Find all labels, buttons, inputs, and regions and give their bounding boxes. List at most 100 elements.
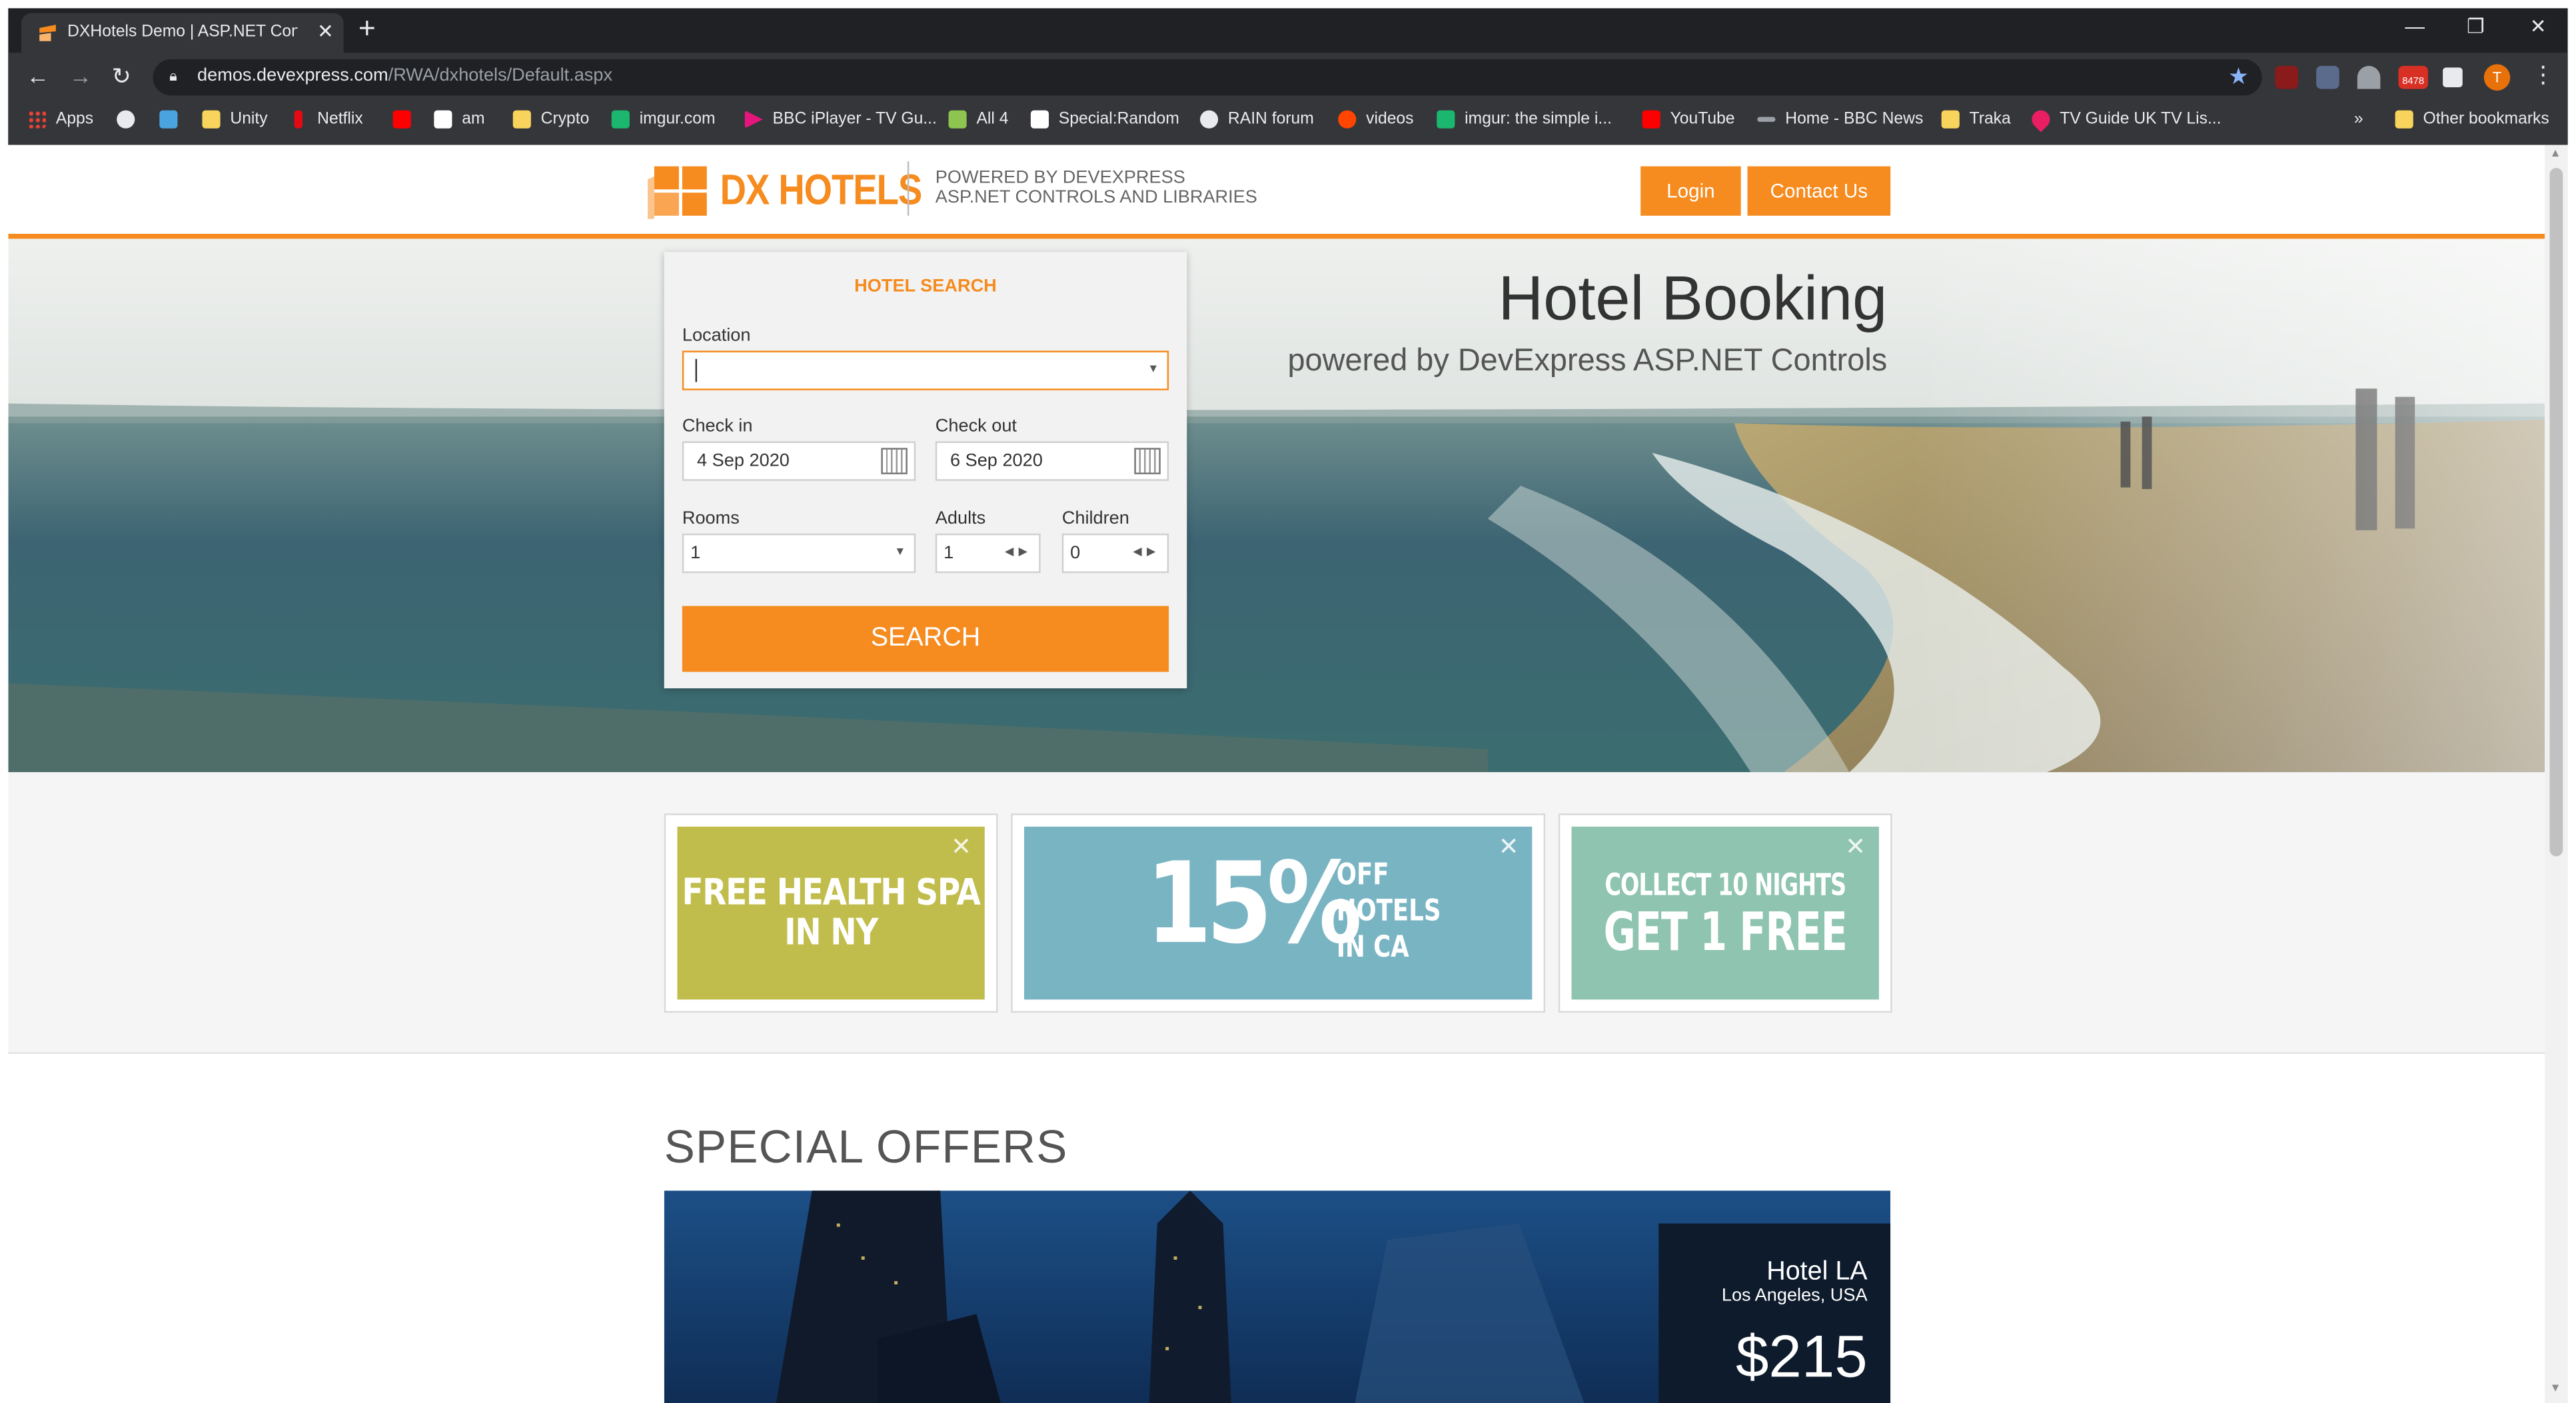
bookmark-grid[interactable]	[159, 110, 187, 129]
search-button[interactable]: SEARCH	[682, 606, 1169, 672]
bookmark-bbc-news[interactable]: Home - BBC News	[1757, 111, 1923, 129]
calendar-icon[interactable]	[1134, 448, 1161, 474]
bookmark-youtube[interactable]: YouTube	[1642, 110, 1735, 129]
bookmark-traka[interactable]: Traka	[1941, 110, 2011, 129]
rooms-combobox[interactable]: 1 ▼	[682, 533, 916, 574]
restore-icon[interactable]: ❐	[2451, 15, 2500, 38]
close-icon[interactable]: ✕	[1845, 831, 1866, 861]
bookmark-imgur[interactable]: imgur.com	[611, 110, 715, 129]
offer-location: Los Angeles, USA	[1721, 1286, 1868, 1306]
site-header: DX HOTELS POWERED BY DEVEXPRESS ASP.NET …	[8, 145, 2545, 239]
forward-icon[interactable]: →	[69, 63, 93, 89]
menu-kebab-icon[interactable]: ⋮	[2531, 61, 2555, 89]
calendar-icon[interactable]	[881, 448, 908, 474]
extensions-puzzle-icon[interactable]	[2443, 67, 2463, 88]
bookmark-label: Traka	[1969, 110, 2011, 129]
bookmarks-overflow[interactable]: »	[2354, 111, 2363, 129]
back-icon[interactable]: ←	[26, 63, 49, 89]
folder-icon	[1941, 110, 1960, 129]
bookmark-amazon[interactable]: am	[434, 110, 485, 129]
bookmark-bbc-iplayer[interactable]: BBC iPlayer - TV Gu...	[744, 110, 937, 129]
rooms-label: Rooms	[682, 508, 740, 529]
grid-app-icon	[159, 110, 178, 129]
logo-text[interactable]: DX HOTELS	[720, 165, 923, 216]
login-button[interactable]: Login	[1640, 166, 1741, 216]
address-bar[interactable]: 🔒︎ demos.devexpress.com/RWA/dxhotels/Def…	[153, 59, 2262, 96]
checkin-date-input[interactable]: 4 Sep 2020	[682, 441, 916, 481]
promo-banner-spa[interactable]: ✕ FREE HEALTH SPA IN NY	[677, 826, 985, 1000]
checkout-date-input[interactable]: 6 Sep 2020	[935, 441, 1169, 481]
special-offers-heading: SPECIAL OFFERS	[664, 1121, 1068, 1172]
bookmark-globe[interactable]	[117, 110, 145, 129]
page-scrollbar[interactable]: ▲ ▼	[2545, 145, 2568, 1403]
url-text: demos.devexpress.com/RWA/dxhotels/Defaul…	[197, 66, 612, 86]
browser-window: DXHotels Demo | ASP.NET Contro ✕ + — ❐ ✕…	[0, 0, 2576, 1403]
rooms-value: 1	[690, 543, 701, 564]
bookmark-wikipedia[interactable]: Special:Random	[1030, 110, 1179, 129]
browser-toolbar: ← → ↻ 🔒︎ demos.devexpress.com/RWA/dxhote…	[8, 53, 2568, 103]
scroll-up-icon[interactable]: ▲	[2549, 148, 2561, 159]
bookmark-videos[interactable]: videos	[1338, 110, 1414, 129]
bookmark-label: TV Guide UK TV Lis...	[2060, 110, 2222, 129]
adults-spin-editor[interactable]: 1 ◀▶	[935, 533, 1041, 574]
bookmark-star-icon[interactable]: ★	[2228, 63, 2249, 91]
bookmark-label: YouTube	[1670, 110, 1735, 129]
promo-nights-line1: COLLECT 10 NIGHTS	[1605, 866, 1846, 903]
browser-tab[interactable]: DXHotels Demo | ASP.NET Contro ✕	[21, 13, 344, 53]
lock-icon: 🔒︎	[169, 67, 177, 85]
extension-arch-icon[interactable]	[2357, 65, 2381, 89]
close-icon[interactable]: ✕	[1499, 831, 1519, 861]
bookmark-label: Unity	[230, 110, 268, 129]
promo-banner-nights[interactable]: ✕ COLLECT 10 NIGHTS GET 1 FREE	[1571, 826, 1879, 1000]
gmail-checker-icon[interactable]: 8478	[2398, 65, 2428, 89]
minimize-icon[interactable]: —	[2390, 15, 2439, 38]
profile-avatar[interactable]: T	[2483, 64, 2511, 91]
other-bookmarks[interactable]: Other bookmarks	[2395, 110, 2549, 129]
bookmark-label: Other bookmarks	[2423, 110, 2549, 129]
window-close-icon[interactable]: ✕	[2513, 15, 2563, 38]
promo-card-nights[interactable]: ✕ COLLECT 10 NIGHTS GET 1 FREE	[1558, 813, 1892, 1013]
children-spin-editor[interactable]: 0 ◀▶	[1061, 533, 1169, 574]
bookmark-label: Crypto	[540, 110, 590, 129]
iplayer-icon	[744, 110, 763, 129]
promo-spa-line2: IN NY	[784, 912, 878, 954]
reload-icon[interactable]: ↻	[112, 63, 131, 91]
beach-background-image	[8, 238, 2545, 773]
spin-arrows-icon[interactable]: ◀▶	[1005, 535, 1032, 571]
bookmark-netflix[interactable]: Netflix	[294, 110, 363, 129]
bookmark-imgur-2[interactable]: imgur: the simple i...	[1437, 110, 1612, 129]
bookmark-youtube-1[interactable]	[392, 110, 421, 129]
location-combobox[interactable]: ▼	[682, 350, 1169, 390]
close-icon[interactable]: ✕	[951, 831, 971, 861]
heart-icon	[2028, 106, 2054, 133]
tagline-line-1: POWERED BY DEVEXPRESS	[935, 168, 1185, 188]
hotel-search-title: HOTEL SEARCH	[854, 276, 997, 296]
dropdown-arrow-icon[interactable]: ▼	[1147, 352, 1159, 388]
tab-close-icon[interactable]: ✕	[317, 20, 334, 43]
web-page: DX HOTELS POWERED BY DEVEXPRESS ASP.NET …	[8, 145, 2545, 1403]
bookmark-tv-guide[interactable]: TV Guide UK TV Lis...	[2028, 106, 2222, 133]
spin-arrows-icon[interactable]: ◀▶	[1133, 535, 1160, 571]
location-label: Location	[682, 326, 751, 346]
scroll-thumb[interactable]	[2549, 168, 2563, 857]
promo-banner-discount[interactable]: ✕ 15% OFF HOTELS IN CA	[1024, 826, 1533, 1000]
bookmark-label: am	[462, 110, 485, 129]
offer-card-hotel-la[interactable]: Hotel LA Los Angeles, USA $215	[664, 1190, 1891, 1403]
youtube-icon	[1642, 110, 1660, 129]
offer-hotel-name[interactable]: Hotel LA	[1766, 1258, 1867, 1287]
bookmark-rain-forum[interactable]: RAIN forum	[1199, 110, 1314, 129]
bookmark-label: videos	[1366, 110, 1414, 129]
scroll-down-icon[interactable]: ▼	[2549, 1383, 2561, 1394]
bookmark-all4[interactable]: All 4	[948, 110, 1008, 129]
bookmark-crypto[interactable]: Crypto	[512, 110, 590, 129]
bookmark-unity[interactable]: Unity	[202, 110, 268, 129]
promo-card-discount[interactable]: ✕ 15% OFF HOTELS IN CA	[1011, 813, 1546, 1013]
promo-card-spa[interactable]: ✕ FREE HEALTH SPA IN NY	[664, 813, 998, 1013]
contact-us-button[interactable]: Contact Us	[1747, 166, 1891, 216]
dropdown-arrow-icon[interactable]: ▼	[894, 535, 906, 571]
extension-icon[interactable]	[2316, 65, 2339, 89]
offer-info-box: Hotel LA Los Angeles, USA $215	[1658, 1223, 1891, 1403]
ublock-extension-icon[interactable]	[2275, 65, 2299, 89]
bookmark-apps[interactable]: Apps	[27, 110, 93, 129]
new-tab-icon[interactable]: +	[358, 11, 376, 46]
